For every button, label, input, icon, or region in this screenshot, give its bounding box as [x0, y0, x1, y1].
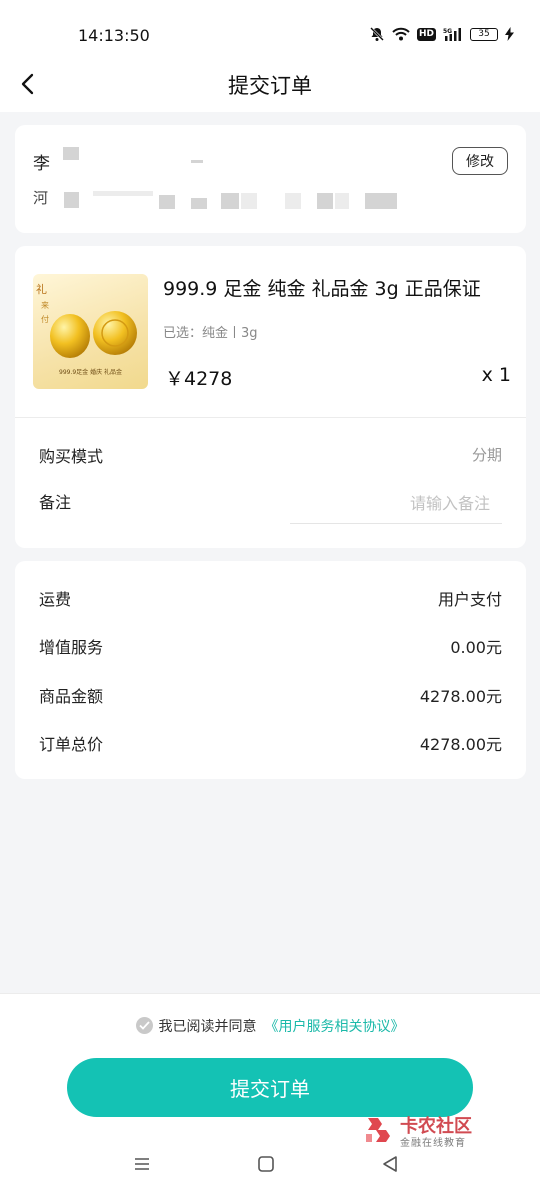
- fee-label: 运费: [39, 590, 72, 609]
- redacted-block: [335, 193, 349, 209]
- watermark-logo-icon: [366, 1118, 390, 1142]
- product-price: ￥4278: [165, 368, 233, 390]
- status-icons: HD 5G 35: [369, 26, 514, 42]
- agreement-checkbox[interactable]: [135, 1017, 153, 1034]
- product-card: 礼 来 付 999.9足金 婚庆 礼品金 999.9 足金 纯金 礼品金 3g …: [15, 246, 526, 548]
- wifi-icon: [392, 27, 410, 41]
- fee-value: 4278.00元: [419, 735, 502, 754]
- menu-icon[interactable]: [132, 1154, 152, 1178]
- page-title: 提交订单: [228, 74, 312, 98]
- product-quantity: x 1: [481, 364, 511, 386]
- fee-value: 用户支付: [437, 590, 502, 609]
- purchase-mode-label: 购买模式: [39, 447, 104, 466]
- fee-label: 增值服务: [39, 638, 104, 657]
- fee-value: 0.00元: [450, 638, 502, 657]
- product-image-caption: 999.9足金 婚庆 礼品金: [59, 369, 122, 376]
- redacted-block: [63, 147, 79, 160]
- submit-order-button[interactable]: 提交订单: [67, 1058, 473, 1117]
- product-spec: 已选：纯金丨3g: [163, 326, 258, 341]
- redacted-block: [365, 193, 381, 209]
- svg-text:来: 来: [41, 301, 49, 310]
- edit-address-button[interactable]: 修改: [452, 147, 508, 175]
- address-detail: 河: [33, 189, 49, 207]
- redacted-block: [285, 193, 301, 209]
- fee-row-shipping: 运费 用户支付: [39, 586, 502, 610]
- remark-label: 备注: [39, 493, 72, 512]
- status-time: 14:13:50: [78, 26, 150, 45]
- charging-icon: [505, 27, 514, 41]
- fee-label: 订单总价: [39, 735, 104, 754]
- hd-badge: HD: [416, 27, 436, 41]
- redacted-block: [241, 193, 257, 209]
- purchase-mode-value[interactable]: 分期: [472, 444, 502, 465]
- product-image[interactable]: 礼 来 付 999.9足金 婚庆 礼品金: [33, 274, 148, 389]
- redacted-block: [64, 192, 79, 208]
- agreement-row: 我已阅读并同意 《用户服务相关协议》: [0, 1016, 540, 1036]
- product-name: 999.9 足金 纯金 礼品金 3g 正品保证: [163, 278, 481, 300]
- back-icon[interactable]: [380, 1154, 400, 1178]
- svg-text:付: 付: [41, 314, 49, 324]
- redacted-block: [221, 193, 239, 209]
- fee-summary-card: 运费 用户支付 增值服务 0.00元 商品金额 4278.00元 订单总价 42…: [15, 561, 526, 779]
- address-card[interactable]: 李 河 修改: [15, 125, 526, 233]
- watermark-subtitle: 金融在线教育: [400, 1138, 466, 1149]
- fee-row-order-total: 订单总价 4278.00元: [39, 731, 502, 755]
- svg-text:礼: 礼: [36, 282, 47, 296]
- redacted-block: [191, 160, 203, 163]
- mute-icon: [370, 27, 384, 41]
- redacted-block: [381, 193, 397, 209]
- fee-row-goods-amount: 商品金额 4278.00元: [39, 683, 502, 707]
- system-nav-bar: [0, 1154, 540, 1184]
- fee-row-value-added: 增值服务 0.00元: [39, 634, 502, 658]
- fee-label: 商品金额: [39, 687, 104, 706]
- home-icon[interactable]: [256, 1154, 276, 1178]
- svg-text:5G: 5G: [443, 28, 452, 35]
- redacted-block: [191, 198, 207, 209]
- redacted-block: [93, 191, 153, 196]
- recipient-name: 李: [33, 154, 50, 174]
- agreement-text: 我已阅读并同意: [158, 1019, 257, 1035]
- signal-icon: 5G: [443, 27, 461, 41]
- battery-icon: 35: [470, 27, 498, 41]
- agreement-link[interactable]: 《用户服务相关协议》: [265, 1019, 405, 1035]
- bottom-panel: 我已阅读并同意 《用户服务相关协议》 提交订单: [0, 993, 540, 1200]
- nav-bar: 提交订单: [0, 56, 540, 112]
- redacted-block: [159, 195, 175, 209]
- watermark: 卡农社区 金融在线教育: [362, 1112, 482, 1152]
- redacted-block: [317, 193, 333, 209]
- divider: [15, 417, 526, 418]
- fee-value: 4278.00元: [419, 687, 502, 706]
- remark-input[interactable]: [290, 484, 502, 524]
- check-icon: [138, 1021, 150, 1030]
